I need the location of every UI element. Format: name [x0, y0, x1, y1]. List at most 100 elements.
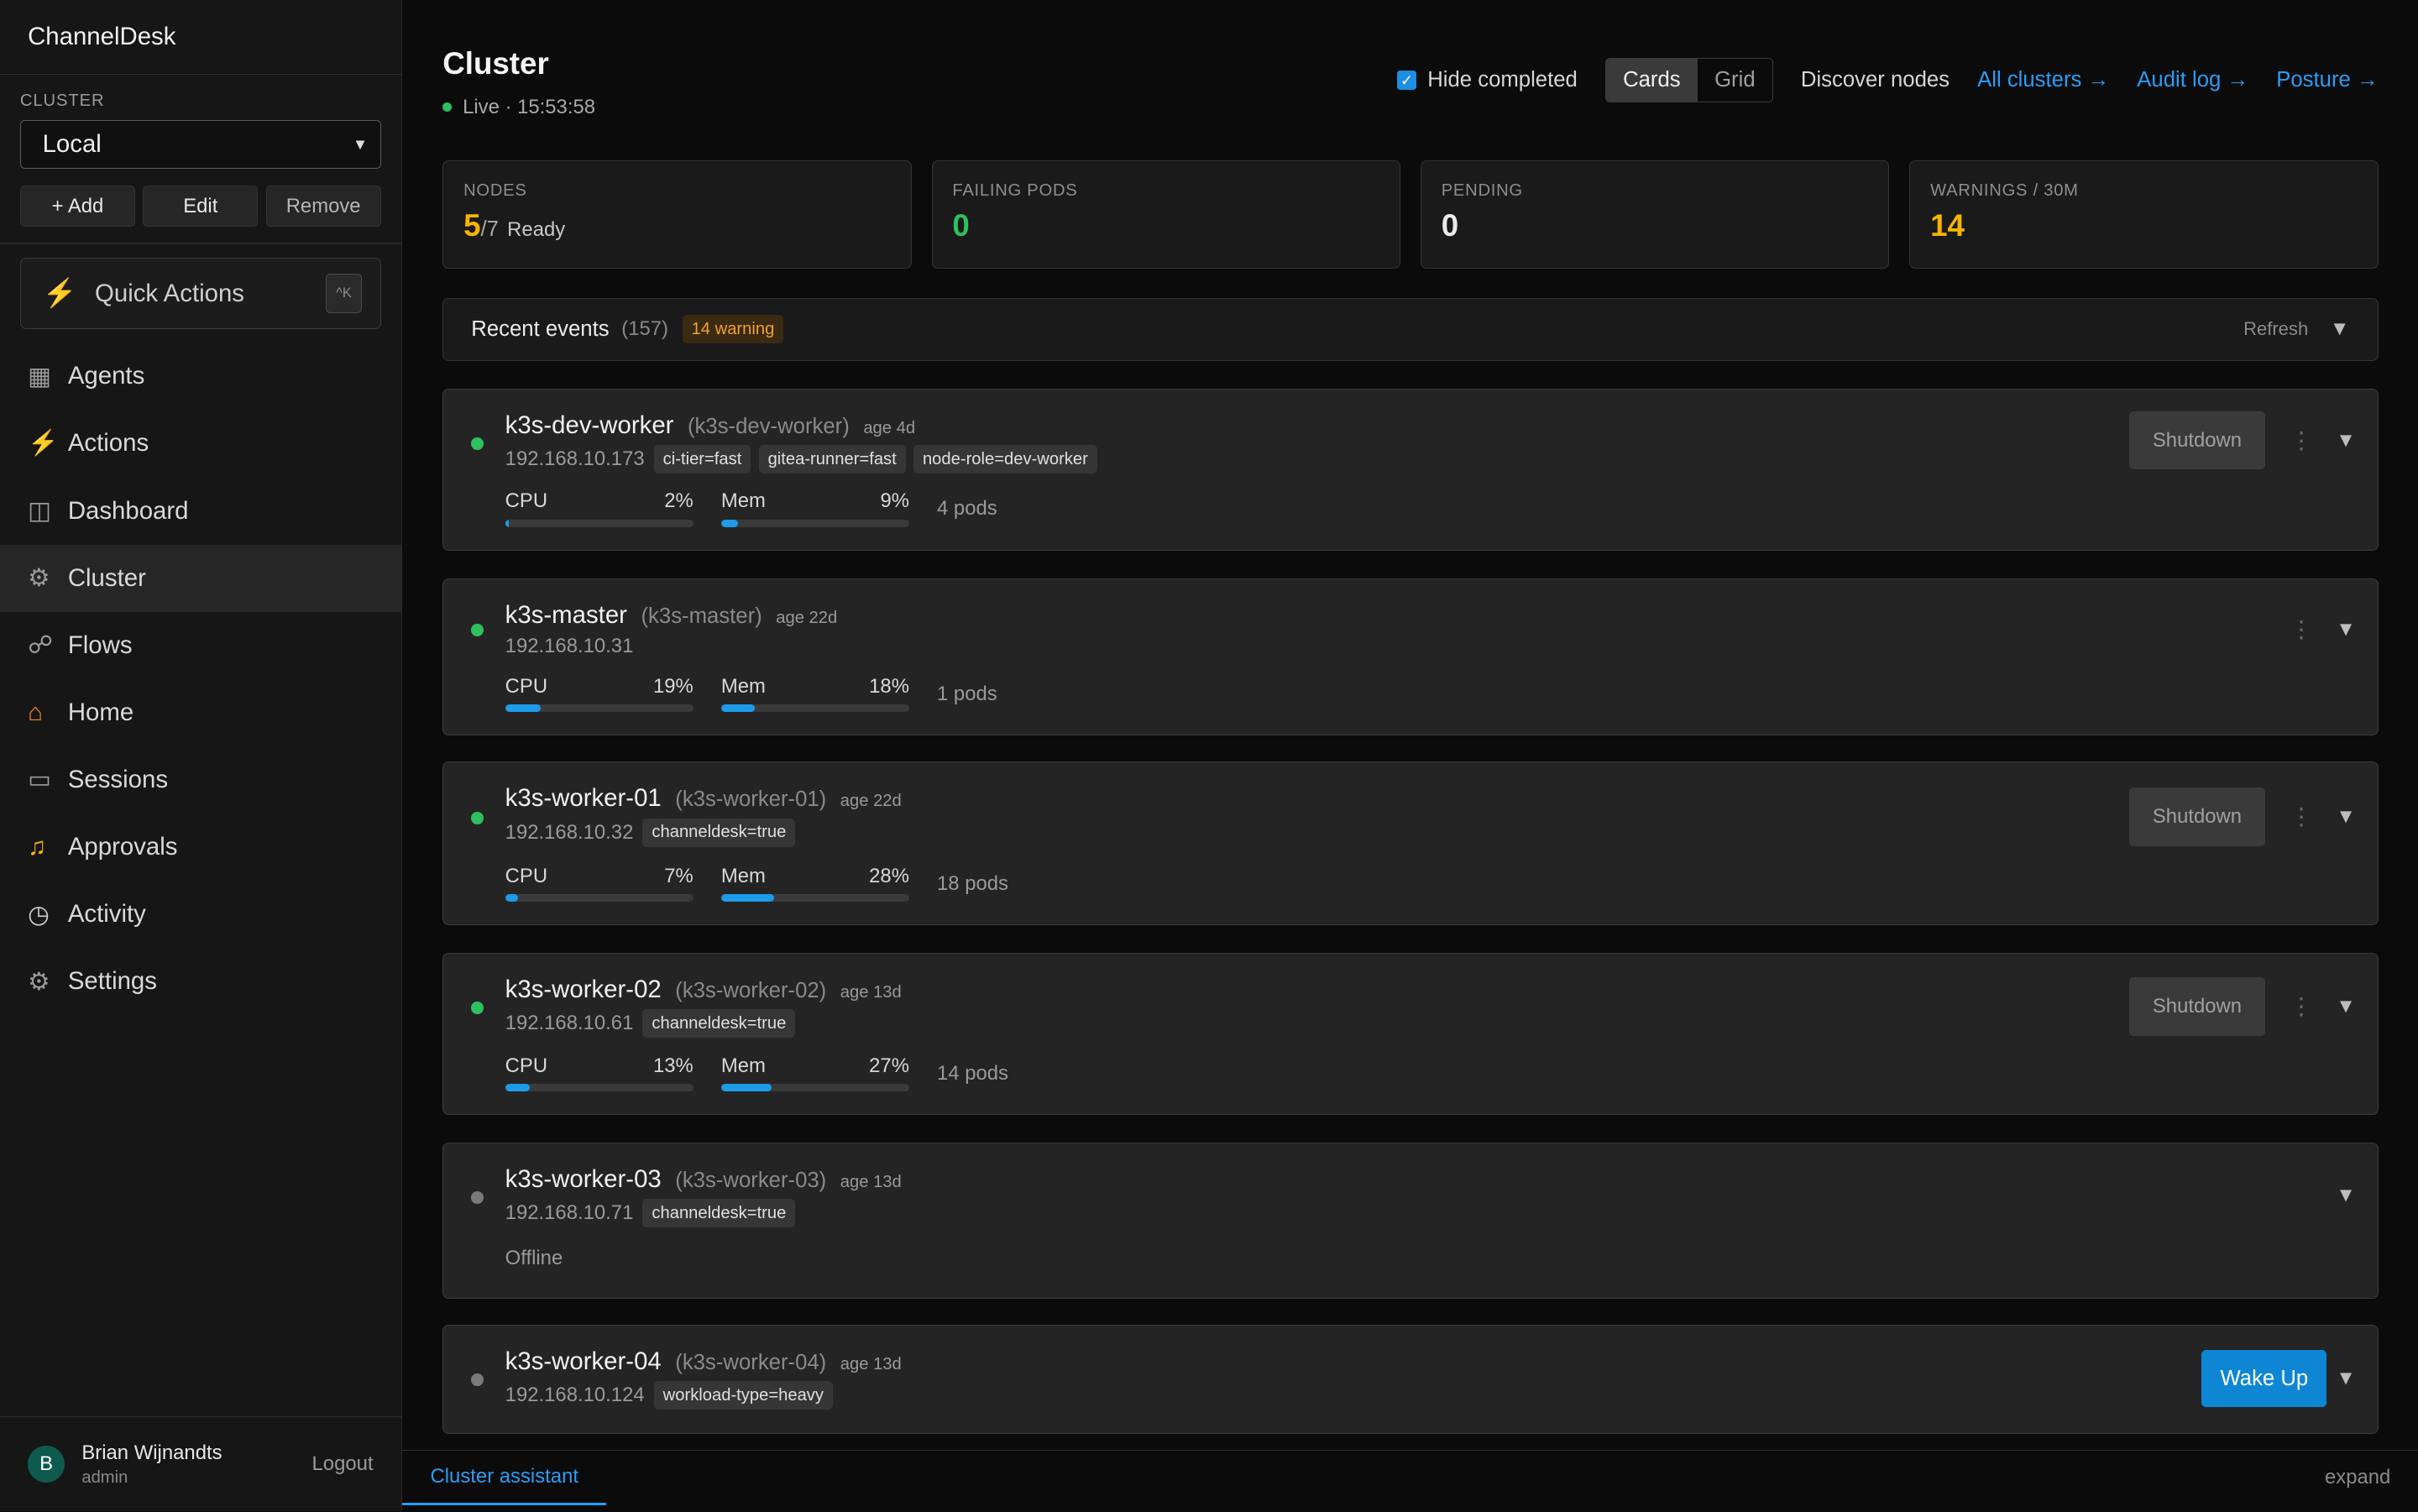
cpu-bar-fill	[505, 519, 510, 527]
posture-link[interactable]: Posture →	[2276, 68, 2378, 92]
sidebar-item-agents[interactable]: ▦ Agents	[0, 343, 401, 410]
status-dot-icon	[471, 812, 484, 824]
refresh-button[interactable]: Refresh	[2243, 318, 2308, 340]
remove-cluster-button[interactable]: Remove	[265, 185, 381, 228]
bolt-icon: ⚡	[42, 278, 77, 309]
chevron-down-icon[interactable]: ▼	[2336, 429, 2356, 453]
live-status: Live · 15:53:58	[442, 96, 595, 119]
cpu-label: CPU	[505, 864, 548, 887]
sidebar-item-dashboard[interactable]: ◫ Dashboard	[0, 478, 401, 545]
sidebar-item-approvals[interactable]: ♫ Approvals	[0, 814, 401, 881]
sidebar-item-home[interactable]: ⌂ Home	[0, 679, 401, 746]
cpu-value: 7%	[664, 864, 693, 887]
node-tag: node-role=dev-worker	[913, 445, 1097, 474]
all-clusters-link[interactable]: All clusters →	[1977, 68, 2109, 92]
node-ip: 192.168.10.32	[505, 820, 634, 844]
chevron-down-icon[interactable]: ▼	[2336, 1367, 2356, 1390]
status-dot-icon	[471, 1373, 484, 1386]
chevron-down-icon[interactable]: ▼	[2336, 805, 2356, 829]
cluster-select[interactable]: Local ▼	[19, 120, 381, 169]
clock-icon: ◷	[28, 900, 50, 929]
sidebar-item-label: Actions	[67, 429, 149, 458]
node-ip: 192.168.10.31	[505, 635, 634, 657]
cluster-section-label: CLUSTER	[19, 92, 105, 111]
avatar: B	[28, 1446, 65, 1483]
status-dot-icon	[471, 624, 484, 636]
node-id: (k3s-worker-01)	[675, 787, 827, 812]
discover-nodes-button[interactable]: Discover nodes	[1801, 68, 1950, 92]
view-grid-button[interactable]: Grid	[1698, 59, 1772, 102]
flow-icon: ☍	[28, 631, 53, 660]
cpu-bar-fill	[505, 894, 519, 902]
node-tag: workload-type=heavy	[653, 1381, 834, 1410]
chevron-down-icon[interactable]: ▼	[2330, 317, 2350, 341]
stat-value: 14	[1930, 208, 1965, 243]
chevron-down-icon[interactable]: ▼	[2336, 618, 2356, 641]
cpu-label: CPU	[505, 1054, 548, 1077]
mem-bar-fill	[720, 894, 774, 902]
node-name: k3s-worker-03	[505, 1164, 662, 1193]
shutdown-button[interactable]: Shutdown	[2129, 787, 2265, 846]
main-content: Cluster Live · 15:53:58 ✓ Hide completed…	[402, 0, 2418, 1512]
node-name: k3s-worker-02	[505, 975, 662, 1003]
shutdown-button[interactable]: Shutdown	[2129, 976, 2265, 1036]
cpu-value: 13%	[652, 1054, 693, 1077]
mem-meter: Mem 18%	[720, 674, 909, 713]
sidebar-item-label: Sessions	[67, 765, 169, 793]
hide-completed-label[interactable]: Hide completed	[1427, 68, 1578, 92]
stat-label: FAILING PODS	[952, 180, 1078, 200]
sidebar-item-actions[interactable]: ⚡ Actions	[0, 410, 401, 477]
stat-label: NODES	[463, 180, 527, 200]
more-menu-icon[interactable]: ⋮	[2290, 993, 2313, 1020]
grid-icon: ▦	[28, 362, 51, 390]
edit-cluster-button[interactable]: Edit	[143, 185, 259, 228]
tab-cluster-assistant[interactable]: Cluster assistant	[402, 1451, 607, 1506]
gear-icon: ⚙	[28, 564, 50, 593]
mem-label: Mem	[720, 674, 766, 698]
user-name: Brian Wijnandts	[81, 1441, 222, 1464]
view-cards-button[interactable]: Cards	[1605, 58, 1698, 102]
stat-value: 0	[1441, 208, 1459, 243]
sidebar-item-activity[interactable]: ◷ Activity	[0, 881, 401, 948]
recent-events-bar[interactable]: Recent events (157) 14 warning Refresh ▼	[442, 297, 2379, 361]
offline-status: Offline	[505, 1247, 563, 1270]
pod-count: 18 pods	[937, 871, 1008, 895]
more-menu-icon[interactable]: ⋮	[2290, 427, 2313, 454]
stats-row: NODES 5/7 Ready FAILING PODS 0 PENDING 0…	[442, 160, 2379, 269]
add-cluster-button[interactable]: + Add	[19, 185, 136, 228]
nodes-ready-label: Ready	[507, 218, 566, 242]
hide-completed-checkbox[interactable]: ✓	[1396, 70, 1417, 91]
sidebar-item-settings[interactable]: ⚙ Settings	[0, 948, 401, 1015]
expand-button[interactable]: expand	[2325, 1466, 2390, 1489]
more-menu-icon[interactable]: ⋮	[2290, 616, 2313, 643]
node-age: age 13d	[840, 1172, 902, 1191]
node-ip: 192.168.10.124	[505, 1384, 645, 1407]
wake-up-button[interactable]: Wake Up	[2201, 1350, 2327, 1408]
sidebar-item-label: Activity	[67, 900, 146, 929]
stat-failing-pods: FAILING PODS 0	[931, 160, 1400, 269]
chevron-down-icon[interactable]: ▼	[2336, 995, 2356, 1018]
sidebar-item-sessions[interactable]: ▭ Sessions	[0, 746, 401, 814]
quick-actions-button[interactable]: ⚡ Quick Actions ^K	[19, 258, 381, 329]
pod-count: 14 pods	[937, 1061, 1008, 1085]
cpu-bar	[505, 704, 693, 713]
app-brand: ChannelDesk	[0, 0, 401, 76]
logout-button[interactable]: Logout	[312, 1452, 374, 1476]
more-menu-icon[interactable]: ⋮	[2290, 803, 2313, 830]
cpu-label: CPU	[505, 489, 548, 513]
mem-bar	[720, 704, 909, 713]
shutdown-button[interactable]: Shutdown	[2129, 411, 2265, 470]
sidebar-item-cluster[interactable]: ⚙ Cluster	[0, 544, 401, 612]
pod-count: 1 pods	[937, 682, 997, 705]
node-age: age 13d	[840, 982, 902, 1002]
user-panel: B Brian Wijnandts admin Logout	[0, 1416, 401, 1511]
stat-nodes: NODES 5/7 Ready	[442, 160, 912, 269]
node-card: k3s-worker-01 (k3s-worker-01) age 22d 192.…	[442, 761, 2379, 926]
toolbar: ✓ Hide completed Cards Grid Discover nod…	[1396, 57, 2379, 103]
audit-log-link[interactable]: Audit log →	[2137, 68, 2248, 92]
sidebar-item-flows[interactable]: ☍ Flows	[0, 612, 401, 679]
node-tag: channeldesk=true	[642, 1009, 796, 1039]
node-age: age 13d	[840, 1354, 902, 1373]
chevron-down-icon[interactable]: ▼	[2336, 1184, 2356, 1207]
node-tag: channeldesk=true	[642, 1199, 796, 1228]
